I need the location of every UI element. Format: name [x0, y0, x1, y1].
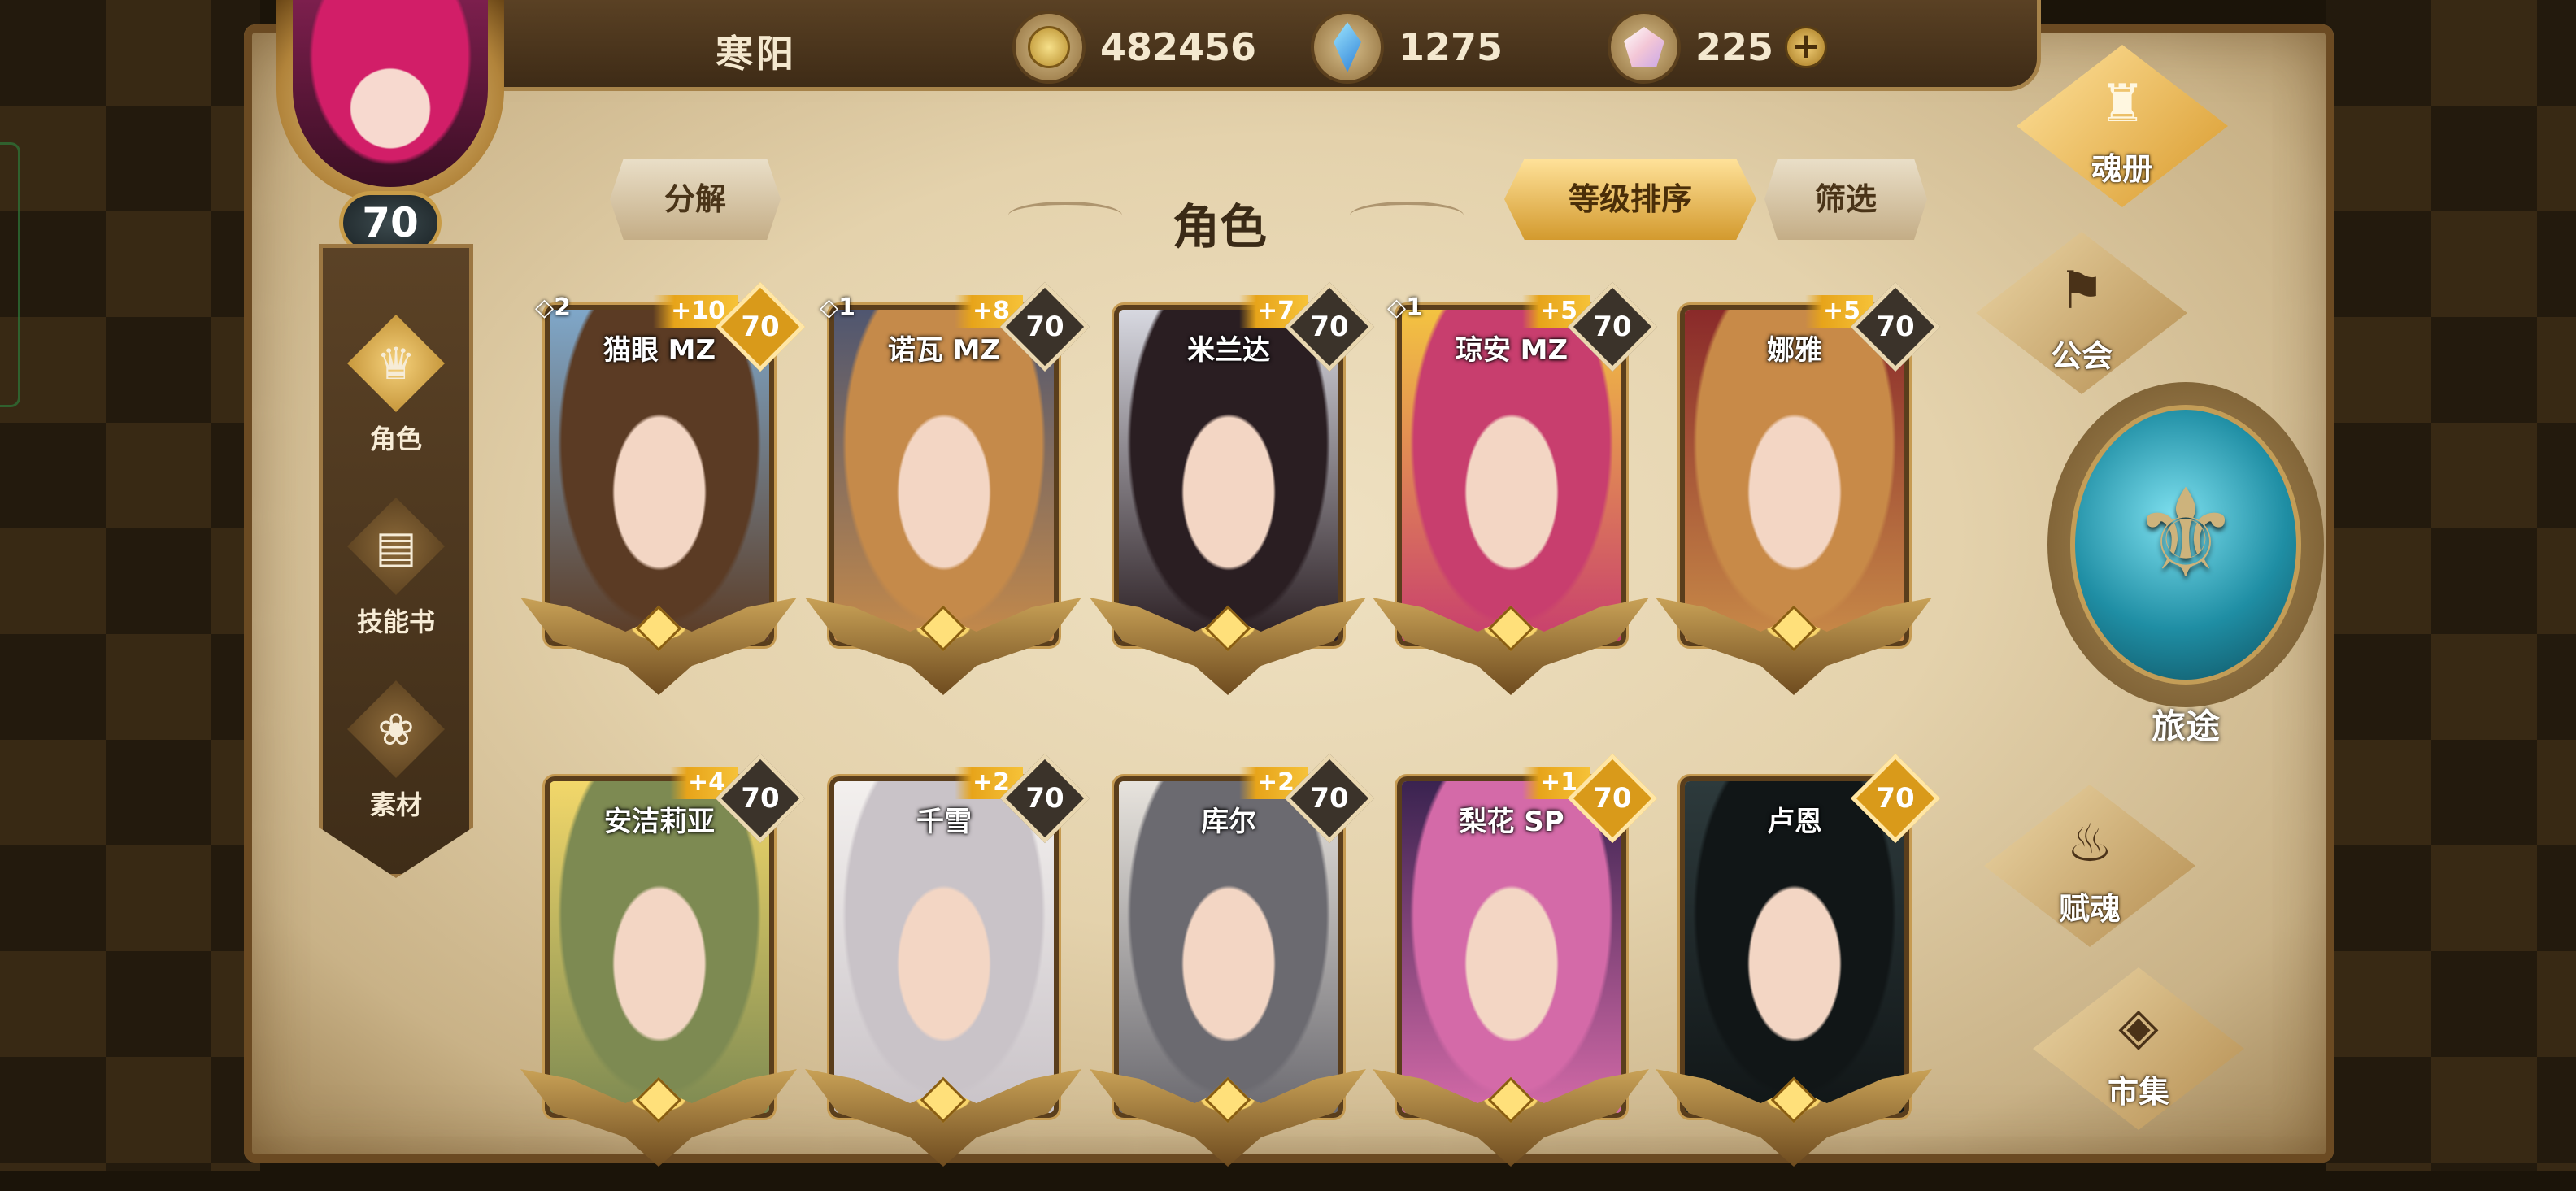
- market-icon: ◈: [2118, 997, 2159, 1057]
- character-card[interactable]: 琼安 MZ +5 ◇1 70: [1373, 281, 1658, 719]
- nav-label: 赋魂: [2058, 891, 2121, 927]
- card-level: 70: [1876, 311, 1915, 343]
- nav-label: 公会: [2050, 338, 2113, 374]
- card-portrait-frame: 娜雅: [1680, 305, 1909, 646]
- card-soul-count: ◇1: [1387, 293, 1423, 322]
- gold-currency: 482456: [1012, 10, 1256, 85]
- nav-journey[interactable]: ⚜ 旅途: [2047, 382, 2324, 746]
- card-portrait-frame: 琼安 MZ: [1397, 305, 1626, 646]
- player-name: 寒阳: [716, 32, 797, 76]
- page-title: 角色: [1172, 199, 1267, 254]
- card-level: 70: [741, 782, 780, 815]
- right-background: [2326, 0, 2576, 1171]
- card-portrait-frame: 安洁莉亚: [545, 776, 774, 1118]
- card-soul-count: ◇2: [535, 293, 571, 322]
- filter-button[interactable]: 筛选: [1764, 159, 1927, 240]
- card-portrait-frame: 千雪: [829, 776, 1059, 1118]
- card-level: 70: [1876, 782, 1915, 815]
- card-portrait-frame: 米兰达: [1114, 305, 1343, 646]
- nav-item-skill-book[interactable]: ▤ 技能书: [323, 480, 469, 642]
- level-sort-button[interactable]: 等级排序: [1504, 159, 1756, 240]
- character-icon: ♛: [347, 315, 445, 412]
- character-card[interactable]: 库尔 +2 70: [1090, 753, 1375, 1191]
- card-portrait-frame: 卢恩: [1680, 776, 1909, 1118]
- avatar: [293, 0, 488, 187]
- character-card[interactable]: 卢恩 70: [1656, 753, 1941, 1191]
- gold-value: 482456: [1100, 25, 1257, 69]
- nav-label: 旅途: [2151, 706, 2220, 746]
- guild-icon: ⚑: [2058, 261, 2105, 321]
- title-ornament-right: [1350, 202, 1464, 229]
- materials-icon: ❀: [347, 680, 445, 778]
- card-level: 70: [1310, 311, 1349, 343]
- character-card[interactable]: 米兰达 +7 70: [1090, 281, 1375, 719]
- gem-value: 225: [1695, 25, 1774, 69]
- nav-label: 市集: [2107, 1074, 2169, 1110]
- character-card[interactable]: 猫眼 MZ +10 ◇2 70: [520, 281, 806, 719]
- character-card[interactable]: 娜雅 +5 70: [1656, 281, 1941, 719]
- soul-infuse-icon: ♨: [2066, 814, 2113, 874]
- card-level: 70: [1025, 782, 1064, 815]
- left-background: [0, 0, 260, 1171]
- character-card[interactable]: 诺瓦 MZ +8 ◇1 70: [805, 281, 1090, 719]
- nav-item-materials[interactable]: ❀ 素材: [323, 663, 469, 825]
- card-portrait-frame: 猫眼 MZ: [545, 305, 774, 646]
- card-level: 70: [1025, 311, 1064, 343]
- card-level: 70: [741, 311, 780, 343]
- character-card[interactable]: 梨花 SP +1 70: [1373, 753, 1658, 1191]
- blue-crystal-icon: [1311, 11, 1384, 84]
- journey-icon: ⚜: [2130, 463, 2241, 605]
- nav-label: 技能书: [356, 606, 435, 637]
- card-portrait-frame: 诺瓦 MZ: [829, 305, 1059, 646]
- add-gem-button[interactable]: +: [1785, 26, 1828, 68]
- card-level: 70: [1310, 782, 1349, 815]
- nav-label: 素材: [369, 789, 422, 820]
- player-avatar[interactable]: 70: [254, 0, 530, 260]
- decompose-button[interactable]: 分解: [610, 159, 781, 240]
- crystal-currency: 1275: [1311, 10, 1503, 85]
- nav-label: 角色: [369, 424, 422, 454]
- character-card[interactable]: 安洁莉亚 +4 70: [520, 753, 806, 1191]
- left-nav: ♛ 角色 ▤ 技能书 ❀ 素材: [319, 244, 473, 878]
- pink-gem-icon: [1608, 11, 1681, 84]
- card-soul-count: ◇1: [820, 293, 855, 322]
- title-ornament-left: [1008, 202, 1122, 229]
- card-portrait-frame: 库尔: [1114, 776, 1343, 1118]
- nav-label: 魂册: [2091, 151, 2153, 187]
- gold-coin-icon: [1012, 11, 1086, 84]
- card-level: 70: [1593, 782, 1632, 815]
- card-portrait-frame: 梨花 SP: [1397, 776, 1626, 1118]
- card-level: 70: [1593, 311, 1632, 343]
- nav-item-character[interactable]: ♛ 角色: [323, 297, 469, 459]
- crystal-value: 1275: [1399, 25, 1503, 69]
- soul-book-icon: ♜: [2099, 74, 2146, 134]
- skill-book-icon: ▤: [347, 498, 445, 595]
- character-card[interactable]: 千雪 +2 70: [805, 753, 1090, 1191]
- gem-currency: 225 +: [1608, 10, 1828, 85]
- edge-indicator: [0, 142, 20, 407]
